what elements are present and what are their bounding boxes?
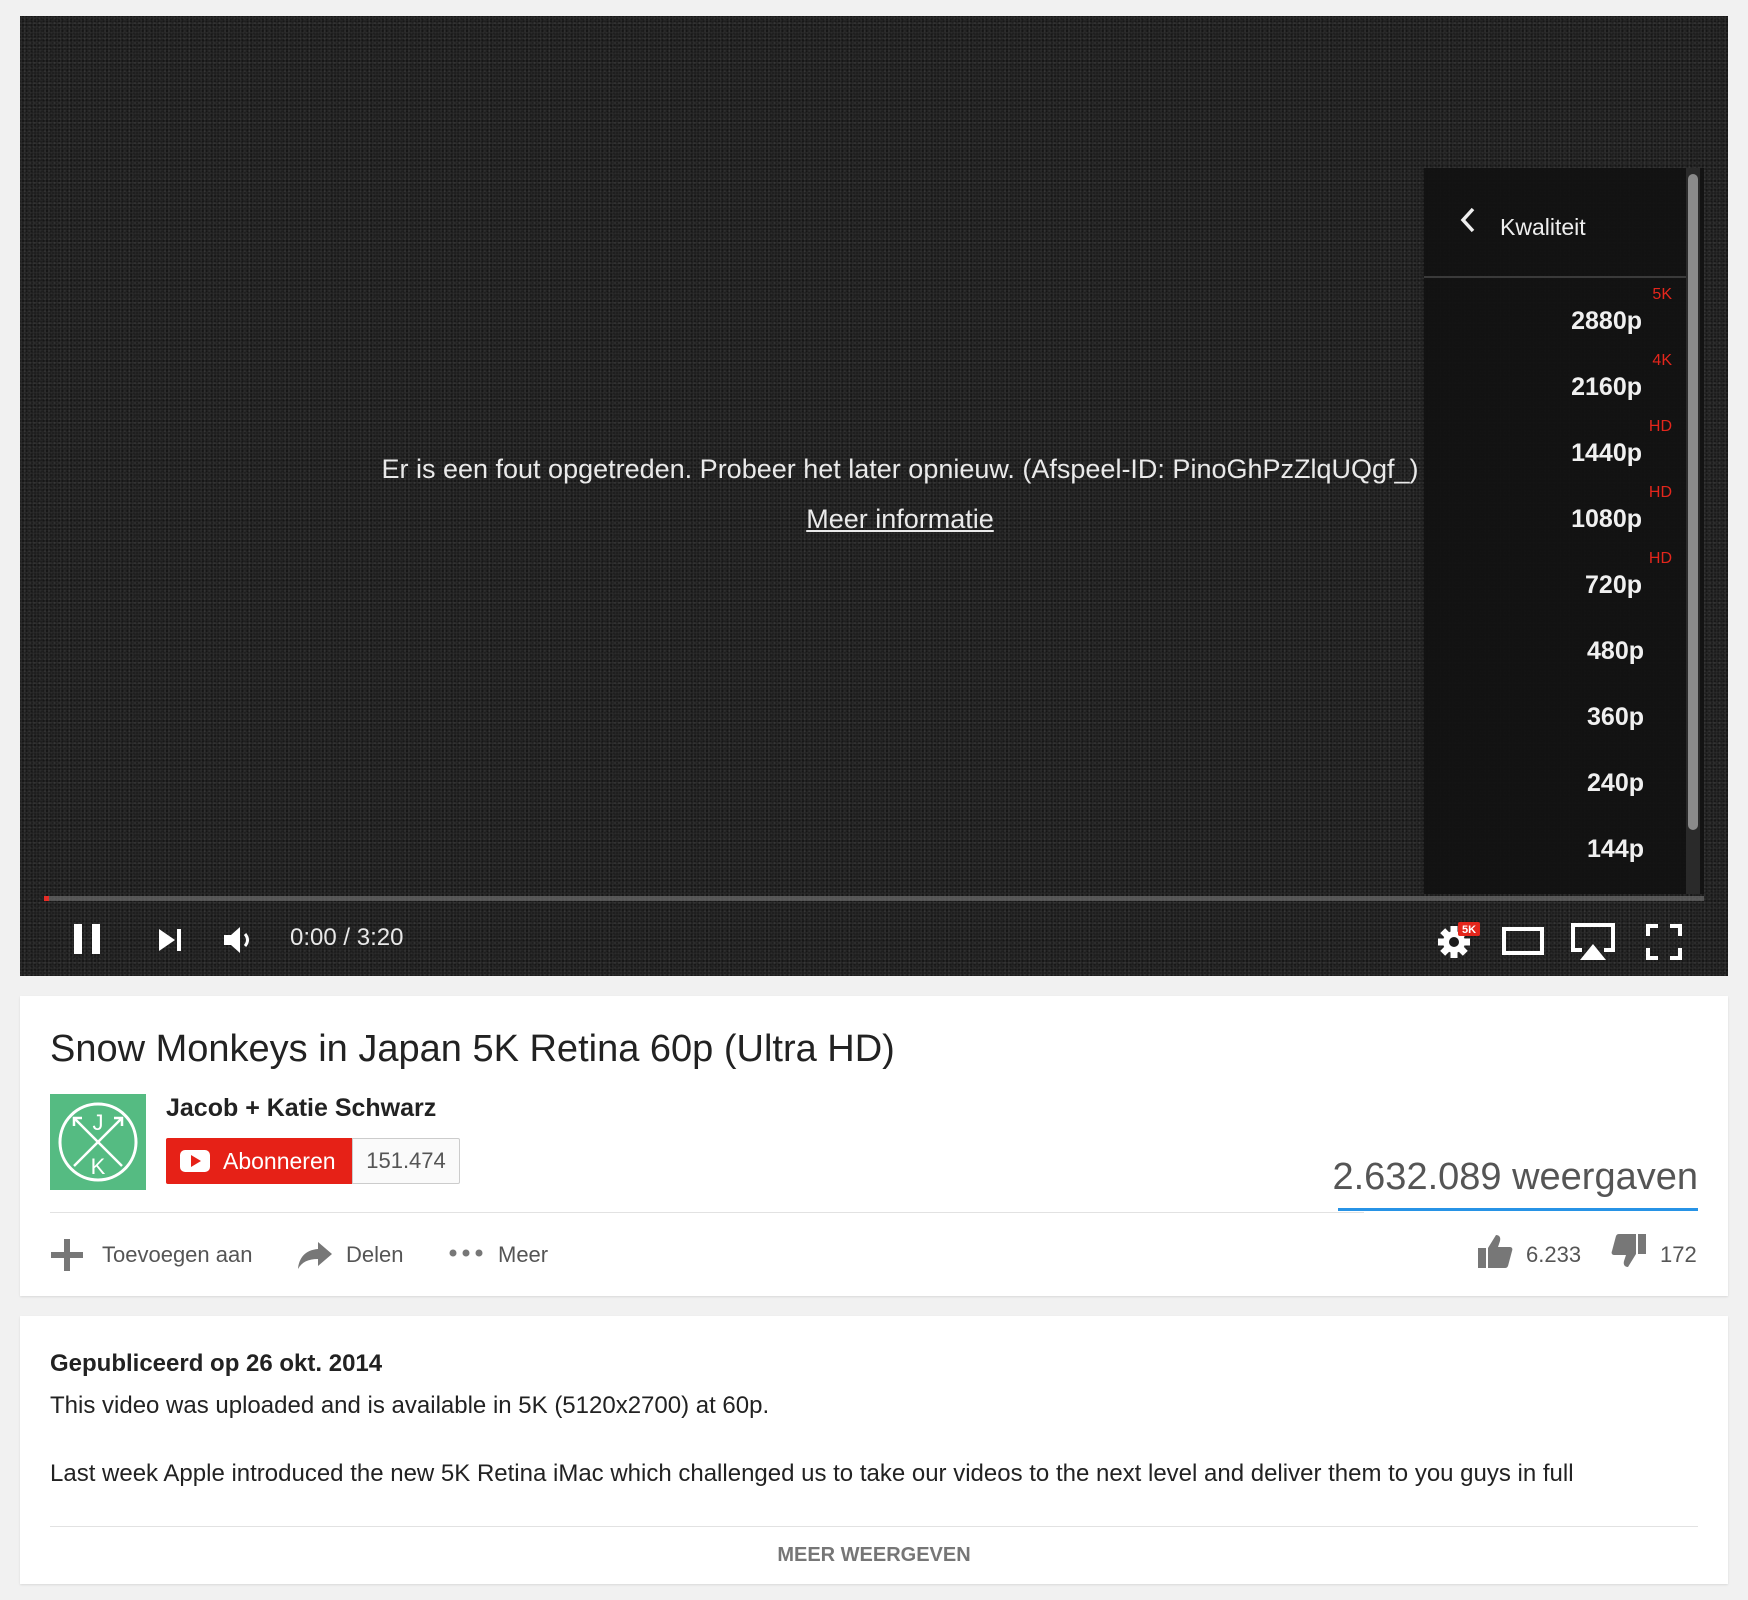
subscriber-count: 151.474 bbox=[352, 1138, 460, 1184]
view-count: 2.632.089 weergaven bbox=[1332, 1156, 1698, 1198]
quality-list: 2880p 5K 2160p 4K 1440p HD 1080p HD 720p HD 4… bbox=[1424, 286, 1686, 882]
time-display: 0:00 / 3:20 bbox=[290, 924, 404, 951]
quality-option-1440p[interactable]: 1440p HD bbox=[1424, 418, 1686, 486]
progress-bar-fill bbox=[44, 896, 49, 901]
thumbs-up-icon[interactable] bbox=[1476, 1232, 1514, 1270]
volume-icon[interactable] bbox=[222, 924, 256, 956]
quality-badge: 5K bbox=[1652, 286, 1672, 303]
quality-option-label: 1440p bbox=[1571, 439, 1642, 467]
quality-option-2160p[interactable]: 2160p 4K bbox=[1424, 352, 1686, 420]
quality-menu-title: Kwaliteit bbox=[1500, 214, 1586, 240]
svg-text:K: K bbox=[91, 1154, 106, 1179]
add-to-label: Toevoegen aan bbox=[102, 1242, 253, 1267]
share-button[interactable]: Delen bbox=[296, 1234, 416, 1274]
description-line: Last week Apple introduced the new 5K Re… bbox=[50, 1460, 1574, 1487]
quality-option-1080p[interactable]: 1080p HD bbox=[1424, 484, 1686, 552]
quality-option-480p[interactable]: 480p bbox=[1424, 618, 1686, 684]
more-button[interactable]: Meer bbox=[448, 1234, 558, 1274]
avatar[interactable]: J K bbox=[50, 1094, 146, 1190]
more-label: Meer bbox=[498, 1242, 549, 1267]
show-more-button[interactable]: MEER WEERGEVEN bbox=[20, 1544, 1728, 1567]
pause-icon[interactable] bbox=[72, 922, 102, 956]
fullscreen-icon[interactable] bbox=[1646, 924, 1682, 960]
quality-option-360p[interactable]: 360p bbox=[1424, 684, 1686, 750]
channel-name[interactable]: Jacob + Katie Schwarz bbox=[166, 1094, 436, 1123]
theater-mode-icon[interactable] bbox=[1502, 926, 1544, 956]
quality-option-label: 240p bbox=[1587, 769, 1644, 797]
airplay-icon[interactable] bbox=[1570, 922, 1616, 962]
progress-bar[interactable] bbox=[44, 896, 1704, 901]
quality-option-label: 2160p bbox=[1571, 373, 1642, 401]
quality-menu-back[interactable]: Kwaliteit bbox=[1424, 168, 1694, 278]
chevron-left-icon bbox=[1460, 207, 1475, 233]
like-count: 6.233 bbox=[1526, 1242, 1582, 1267]
video-info-card: Snow Monkeys in Japan 5K Retina 60p (Ult… bbox=[20, 996, 1728, 1296]
quality-menu-scroll-thumb[interactable] bbox=[1688, 174, 1698, 830]
quality-badge: 4K bbox=[1652, 352, 1672, 369]
share-icon bbox=[298, 1242, 332, 1269]
channel-logo-icon: J K bbox=[58, 1102, 138, 1182]
quality-option-label: 720p bbox=[1585, 571, 1642, 599]
quality-badge: HD bbox=[1648, 550, 1672, 567]
quality-badge: HD bbox=[1648, 484, 1672, 501]
quality-menu: Kwaliteit 2880p 5K 2160p 4K 1440p HD 1080p H… bbox=[1424, 168, 1704, 894]
quality-badge: HD bbox=[1648, 418, 1672, 435]
published-date: Gepubliceerd op 26 okt. 2014 bbox=[50, 1350, 383, 1377]
quality-option-720p[interactable]: 720p HD bbox=[1424, 550, 1686, 618]
thumbs-down-icon[interactable] bbox=[1610, 1232, 1648, 1270]
quality-option-144p[interactable]: 144p bbox=[1424, 816, 1686, 882]
error-message: Er is een fout opgetreden. Probeer het l… bbox=[381, 454, 1419, 484]
dislike-count: 172 bbox=[1660, 1242, 1697, 1267]
subscribe-button[interactable]: Abonneren bbox=[166, 1138, 352, 1184]
divider bbox=[50, 1526, 1698, 1527]
video-title: Snow Monkeys in Japan 5K Retina 60p (Ult… bbox=[50, 1028, 895, 1070]
quality-option-label: 1080p bbox=[1571, 505, 1642, 533]
video-player[interactable]: Er is een fout opgetreden. Probeer het l… bbox=[20, 16, 1728, 976]
quality-indicator-badge: 5K bbox=[1462, 924, 1476, 936]
youtube-play-icon bbox=[180, 1150, 210, 1172]
like-ratio-bar bbox=[1338, 1208, 1698, 1211]
quality-option-label: 2880p bbox=[1571, 307, 1642, 335]
quality-option-label: 144p bbox=[1587, 835, 1644, 863]
quality-option-label: 480p bbox=[1587, 637, 1644, 665]
quality-option-label: 360p bbox=[1587, 703, 1644, 731]
share-label: Delen bbox=[346, 1242, 404, 1267]
quality-option-240p[interactable]: 240p bbox=[1424, 750, 1686, 816]
subscribe-label: Abonneren bbox=[223, 1148, 336, 1174]
next-icon[interactable] bbox=[156, 926, 184, 954]
more-dots-icon bbox=[449, 1249, 483, 1257]
description-card: Gepubliceerd op 26 okt. 2014 This video … bbox=[20, 1316, 1728, 1584]
divider bbox=[50, 1212, 1364, 1213]
more-info-link[interactable]: Meer informatie bbox=[760, 504, 1040, 535]
gear-icon[interactable]: 5K bbox=[1436, 920, 1480, 960]
quality-option-2880p[interactable]: 2880p 5K bbox=[1424, 286, 1686, 354]
description-line: This video was uploaded and is available… bbox=[50, 1392, 770, 1419]
svg-text:J: J bbox=[93, 1110, 104, 1135]
add-to-button[interactable]: Toevoegen aan bbox=[50, 1234, 253, 1274]
plus-icon bbox=[51, 1239, 83, 1271]
